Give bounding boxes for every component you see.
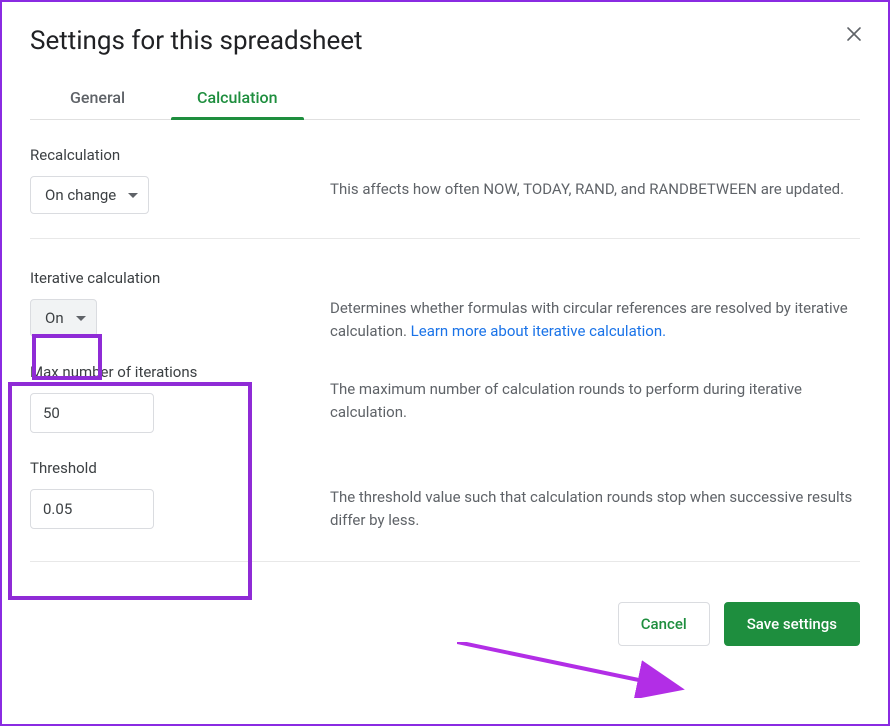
threshold-input[interactable]: 0.05 xyxy=(30,489,154,529)
dialog-footer: Cancel Save settings xyxy=(30,562,860,646)
chevron-down-icon xyxy=(128,193,138,198)
iterative-select[interactable]: On xyxy=(30,299,97,337)
learn-more-link[interactable]: Learn more about iterative calculation. xyxy=(411,322,666,340)
dialog-title: Settings for this spreadsheet xyxy=(30,26,363,56)
threshold-description: The threshold value such that calculatio… xyxy=(330,424,860,533)
tab-general[interactable]: General xyxy=(70,78,125,119)
iterative-label: Iterative calculation xyxy=(30,269,330,287)
max-iterations-description: The maximum number of calculation rounds… xyxy=(330,344,860,425)
chevron-down-icon xyxy=(76,316,86,321)
settings-dialog: Settings for this spreadsheet General Ca… xyxy=(0,0,890,726)
threshold-value: 0.05 xyxy=(43,500,72,518)
tab-calculation[interactable]: Calculation xyxy=(197,78,278,119)
recalculation-description: This affects how often NOW, TODAY, RAND,… xyxy=(330,146,860,214)
close-icon[interactable] xyxy=(846,26,862,47)
iterative-select-value: On xyxy=(45,309,64,327)
recalculation-section: Recalculation On change This affects how… xyxy=(30,120,860,239)
iterative-description: Determines whether formulas with circula… xyxy=(330,269,860,344)
max-iterations-label: Max number of iterations xyxy=(30,363,330,381)
dialog-header: Settings for this spreadsheet xyxy=(30,22,860,78)
iterative-calculation-section: Iterative calculation On Max number of i… xyxy=(30,239,860,562)
recalculation-label: Recalculation xyxy=(30,146,330,164)
threshold-label: Threshold xyxy=(30,459,330,477)
max-iterations-value: 50 xyxy=(43,404,60,422)
tab-bar: General Calculation xyxy=(30,78,860,120)
recalculation-select[interactable]: On change xyxy=(30,176,149,214)
save-settings-button[interactable]: Save settings xyxy=(724,602,860,646)
recalculation-select-value: On change xyxy=(45,186,116,204)
max-iterations-input[interactable]: 50 xyxy=(30,393,154,433)
annotation-arrow xyxy=(457,642,697,698)
cancel-button[interactable]: Cancel xyxy=(618,602,710,646)
